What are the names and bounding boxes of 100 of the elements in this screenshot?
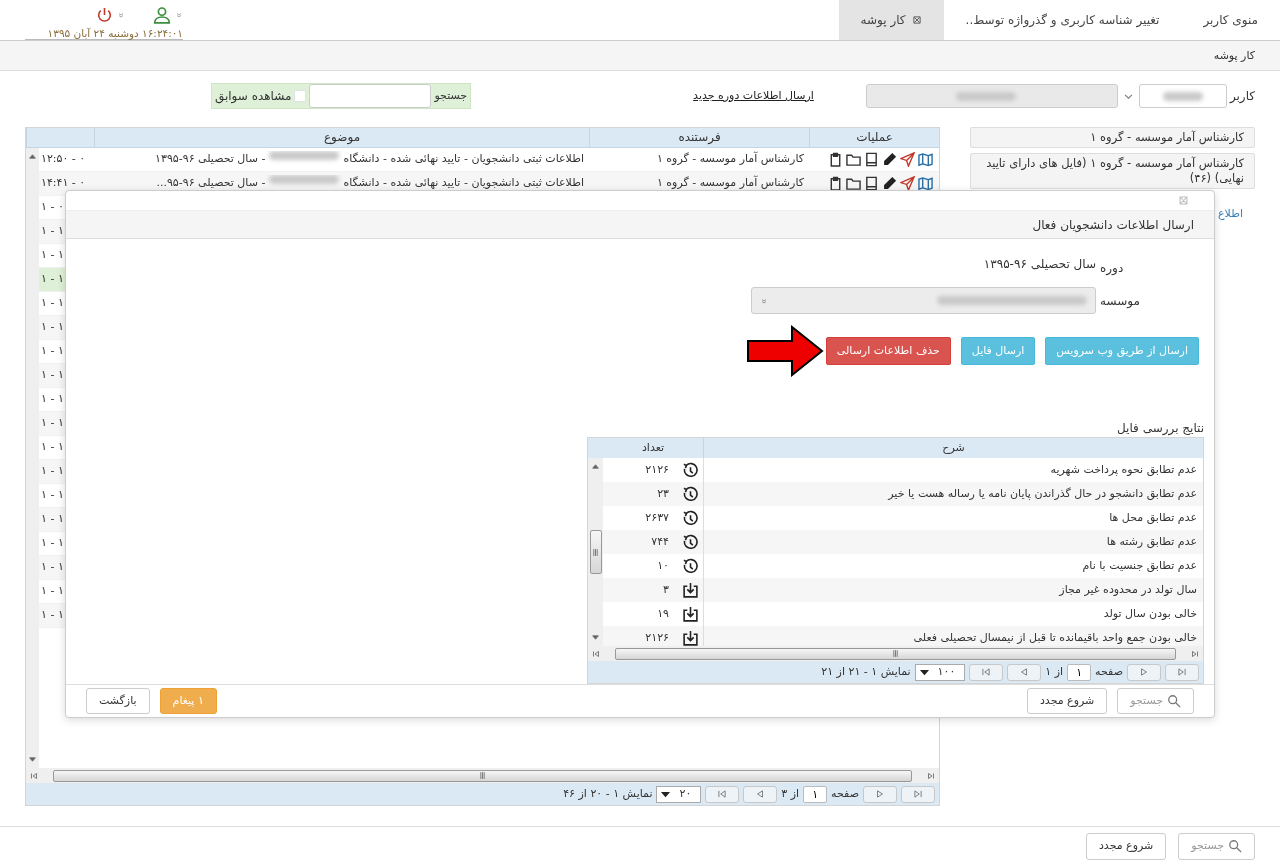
tab[interactable]: منوی کاربر — [1181, 0, 1280, 40]
table-cell: ۱ - ۱ — [41, 488, 64, 502]
action-button[interactable]: حذف اطلاعات ارسالی — [825, 336, 951, 366]
field-label: دوره — [1099, 259, 1125, 277]
scroll-down-icon[interactable] — [28, 755, 37, 764]
date-time: ۱۶:۲۴:۰۱ دوشنبه ۲۴ آبان ۱۳۹۵ — [47, 26, 183, 42]
horizontal-scrollbar[interactable] — [588, 646, 1203, 662]
vertical-scrollbar[interactable] — [588, 458, 603, 647]
first-page-button[interactable] — [1165, 663, 1199, 681]
field-label: جستجو — [434, 87, 468, 104]
table-cell: ۱ - ۱ — [41, 224, 64, 238]
field-label: موسسه — [1099, 292, 1141, 310]
download-icon[interactable] — [682, 581, 699, 599]
last-page-icon — [981, 667, 992, 678]
caret-icon[interactable] — [760, 296, 768, 305]
power-icon[interactable] — [96, 6, 113, 24]
table-cell: ۱ - ۱ — [41, 512, 64, 526]
clipboard-icon[interactable] — [828, 152, 843, 167]
clipboard-icon[interactable] — [828, 176, 843, 191]
vertical-scrollbar[interactable] — [26, 148, 39, 768]
history-icon[interactable] — [682, 461, 699, 479]
field-value: سال تحصیلی ۹۶-۱۳۹۵ — [983, 255, 1096, 273]
previous-page-icon — [1139, 667, 1149, 678]
table-cell: - سال تحصیلی ۹۶-۱۳۹۵ — [155, 151, 266, 168]
section-title: نتایج بررسی فایل — [1116, 420, 1205, 438]
map-icon[interactable] — [918, 176, 933, 191]
search-field[interactable] — [309, 84, 432, 108]
table-cell: اطلاعات ثبتی دانشجویان - تایید نهائی شده - دانشگاه — [343, 175, 584, 192]
reset-button[interactable]: شروع مجدد — [1085, 833, 1167, 860]
blurred-text — [955, 91, 1016, 101]
scroll-down-icon[interactable] — [591, 633, 600, 643]
next-page-icon — [1019, 667, 1030, 678]
horizontal-scrollbar[interactable] — [26, 768, 939, 783]
new-period-link[interactable]: ارسال اطلاعات دوره جدید — [693, 87, 814, 105]
table-cell: ۱ - ۱ — [41, 536, 64, 550]
user-field[interactable] — [1138, 84, 1227, 108]
scroll-left-icon[interactable] — [30, 771, 38, 780]
history-icon[interactable] — [682, 485, 699, 503]
tab[interactable]: تغییر شناسه کاربری و گذرواژه توسط.. — [943, 0, 1182, 40]
page-number-field[interactable]: ۱ — [1067, 663, 1092, 681]
send-icon[interactable] — [900, 176, 915, 191]
first-page-icon — [913, 789, 923, 799]
table-cell: ۱ - ۱ — [41, 560, 64, 574]
table-cell: ۰ - ۱۴:۴۱ — [41, 176, 86, 190]
table-cell: ۱ - ۱ — [41, 392, 64, 406]
scroll-up-icon[interactable] — [591, 462, 600, 472]
page-size-select[interactable]: ۲۰ — [656, 785, 702, 803]
previous-page-icon — [875, 789, 885, 799]
scroll-right-icon[interactable] — [927, 771, 935, 780]
folder-icon[interactable] — [846, 152, 861, 167]
history-icon[interactable] — [682, 557, 699, 575]
table-cell: اطلاعات ثبتی دانشجویان - تایید نهائی شده - دانشگاه — [343, 151, 584, 168]
table-cell: ۱ - ۱ — [41, 464, 64, 478]
table-cell: ۱ - ۱ — [41, 608, 64, 622]
scrollbar-thumb[interactable] — [589, 530, 602, 575]
blurred-text — [269, 175, 340, 185]
grip-icon — [591, 547, 600, 557]
back-button[interactable]: بازگشت — [86, 687, 150, 715]
download-icon[interactable] — [682, 605, 699, 623]
table-cell: سال تولد در محدوده غیر مجاز — [703, 578, 1203, 603]
record-summary: نمایش ۱ - ۲۱ از ۲۱ — [821, 663, 911, 680]
first-page-button[interactable] — [901, 785, 935, 803]
book-icon[interactable] — [864, 152, 879, 167]
folder-icon[interactable] — [846, 176, 861, 191]
book-icon[interactable] — [864, 176, 879, 191]
search-icon — [1228, 839, 1242, 854]
grip-icon — [891, 649, 900, 659]
history-checkbox[interactable] — [294, 90, 307, 102]
pencil-icon[interactable] — [882, 152, 897, 167]
history-icon[interactable] — [682, 533, 699, 551]
table-cell-text: ۱۰ — [657, 557, 669, 574]
close-icon[interactable] — [911, 15, 922, 25]
column-header: شرح — [703, 438, 1203, 459]
scroll-right-icon[interactable] — [1191, 649, 1199, 658]
download-icon[interactable] — [682, 629, 699, 647]
folder-item[interactable]: کارشناس آمار موسسه - گروه ۱ (فایل های دارای تایید نهایی) (۴۶) — [970, 153, 1255, 189]
page-size-select[interactable]: ۱۰۰ — [914, 663, 966, 681]
breadcrumb: کار پوشه — [0, 41, 1280, 71]
folder-item[interactable]: کارشناس آمار موسسه - گروه ۱ — [970, 127, 1255, 148]
page-count: از ۳ — [781, 785, 800, 802]
caret-icon[interactable] — [175, 11, 183, 19]
column-header: فرستنده — [589, 128, 809, 147]
scroll-up-icon[interactable] — [28, 152, 37, 161]
page-number-field[interactable]: ۱ — [803, 785, 828, 803]
table-cell: - سال تحصیلی ۹۶-۹۵... — [156, 175, 266, 192]
record-summary: نمایش ۱ - ۲۰ از ۴۶ — [563, 785, 653, 802]
column-header: تعداد — [640, 440, 666, 457]
reset-button[interactable]: شروع مجدد — [1026, 687, 1108, 715]
send-icon[interactable] — [900, 152, 915, 167]
scrollbar-thumb[interactable] — [615, 647, 1176, 660]
scroll-left-icon[interactable] — [592, 649, 600, 658]
table-cell-text: ۲۱۲۶ — [645, 629, 669, 646]
table-cell: عدم تطابق رشته ها — [703, 530, 1203, 555]
caret-icon[interactable] — [117, 11, 125, 19]
scrollbar-thumb[interactable] — [53, 769, 912, 782]
map-icon[interactable] — [918, 152, 933, 167]
tab[interactable]: کار پوشه — [838, 0, 944, 40]
user-icon[interactable] — [153, 6, 171, 24]
history-icon[interactable] — [682, 509, 699, 527]
table-cell: ۱ - ۱ — [41, 272, 64, 286]
